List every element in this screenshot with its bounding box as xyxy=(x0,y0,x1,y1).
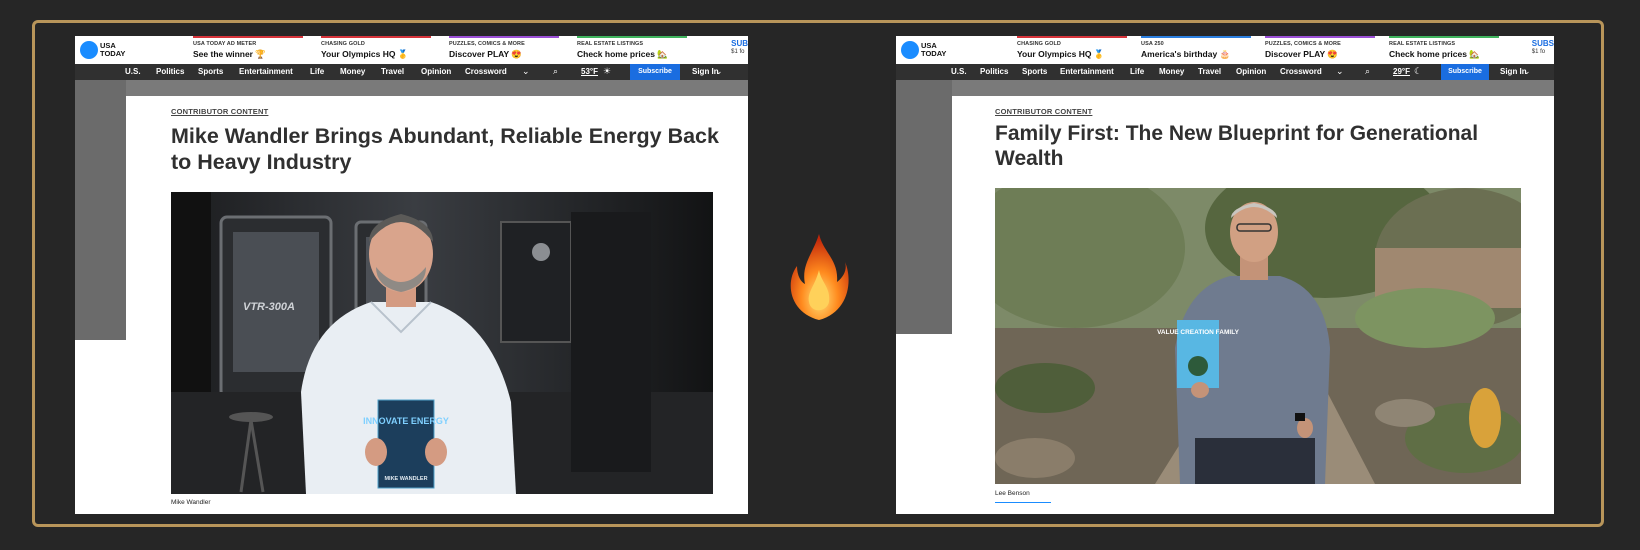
article-headline: Family First: The New Blueprint for Gene… xyxy=(995,122,1479,170)
nav-item-us[interactable]: U.S. xyxy=(125,67,141,76)
nav-item-politics[interactable]: Politics xyxy=(980,67,1008,76)
promo-text: Discover PLAY 😍 xyxy=(449,49,522,59)
promo-bar: USA TODAY USA TODAY AD METER See the win… xyxy=(75,36,748,64)
sun-icon: ☀ xyxy=(603,66,612,76)
chevron-down-icon[interactable]: ⌄ xyxy=(1523,66,1531,77)
photo-caption: Lee Benson xyxy=(995,490,1030,497)
nav-item-politics[interactable]: Politics xyxy=(156,67,184,76)
promo-item[interactable]: CHASING GOLD Your Olympics HQ 🥇 xyxy=(1017,36,1127,64)
article-screenshot-right: USA TODAY CHASING GOLD Your Olympics HQ … xyxy=(896,36,1554,514)
subscribe-button[interactable]: Subscribe xyxy=(630,64,680,80)
promo-accent-bar xyxy=(449,36,559,38)
nav-item-crossword[interactable]: Crossword xyxy=(465,67,507,76)
nav-item-money[interactable]: Money xyxy=(340,67,365,76)
subscribe-promo-label: SUBS xyxy=(1531,39,1554,48)
search-icon[interactable]: ⌕ xyxy=(553,66,558,77)
book-title: VALUE CREATION FAMILY xyxy=(1157,329,1240,336)
promo-accent-bar xyxy=(321,36,431,38)
gray-sidebar-block xyxy=(75,80,126,340)
promo-item[interactable]: PUZZLES, COMICS & MORE Discover PLAY 😍 xyxy=(1265,36,1375,64)
photo-illustration: VALUE CREATION FAMILY xyxy=(995,188,1521,484)
chevron-down-icon[interactable]: ⌄ xyxy=(1336,66,1344,77)
promo-item[interactable]: REAL ESTATE LISTINGS Check home prices 🏡 xyxy=(1389,36,1499,64)
nav-bar: U.S. Politics Sports Entertainment Life … xyxy=(75,64,748,80)
promo-item[interactable]: USA 250 America's birthday 🎂 xyxy=(1141,36,1251,64)
subscribe-promo[interactable]: SUBS $1 fo xyxy=(1532,39,1554,57)
nav-item-us[interactable]: U.S. xyxy=(951,67,967,76)
promo-kicker: USA 250 xyxy=(1141,41,1164,47)
contributor-content-label[interactable]: CONTRIBUTOR CONTENT xyxy=(995,107,1092,116)
promo-accent-bar xyxy=(1389,36,1499,38)
promo-item[interactable]: CHASING GOLD Your Olympics HQ 🥇 xyxy=(321,36,431,64)
nav-item-opinion[interactable]: Opinion xyxy=(1236,67,1266,76)
promo-accent-bar xyxy=(1141,36,1251,38)
logo-text[interactable]: USA TODAY xyxy=(100,42,140,58)
promo-text: Check home prices 🏡 xyxy=(577,49,668,59)
caption-underline xyxy=(995,502,1051,503)
promo-kicker: REAL ESTATE LISTINGS xyxy=(577,41,644,47)
promo-kicker: REAL ESTATE LISTINGS xyxy=(1389,41,1456,47)
photo-caption: Mike Wandler xyxy=(171,499,211,506)
book-title: INNOVATE ENERGY xyxy=(363,416,449,426)
moon-icon: ☾ xyxy=(1414,66,1423,76)
promo-accent-bar xyxy=(1265,36,1375,38)
nav-item-opinion[interactable]: Opinion xyxy=(421,67,451,76)
weather-temperature[interactable]: 53°F xyxy=(581,67,598,76)
article-photo: VTR-300A INNOVATE ENERGY MIKE WANDLER xyxy=(171,192,713,494)
book-author: MIKE WANDLER xyxy=(384,476,427,482)
promo-text: Check home prices 🏡 xyxy=(1389,49,1480,59)
machine-label: VTR-300A xyxy=(243,301,295,313)
nav-item-travel[interactable]: Travel xyxy=(381,67,404,76)
promo-kicker: CHASING GOLD xyxy=(321,41,365,47)
promo-accent-bar xyxy=(577,36,687,38)
promo-kicker: USA TODAY AD METER xyxy=(193,41,257,47)
usa-today-logo-icon[interactable] xyxy=(901,41,919,59)
article-screenshot-left: USA TODAY USA TODAY AD METER See the win… xyxy=(75,36,748,514)
photo-illustration: VTR-300A INNOVATE ENERGY MIKE WANDLER xyxy=(171,192,713,494)
promo-text: Discover PLAY 😍 xyxy=(1265,49,1338,59)
promo-text: Your Olympics HQ 🥇 xyxy=(1017,49,1105,59)
nav-item-life[interactable]: Life xyxy=(310,67,324,76)
usa-today-logo-icon[interactable] xyxy=(80,41,98,59)
promo-text: Your Olympics HQ 🥇 xyxy=(321,49,409,59)
chevron-down-icon[interactable]: ⌄ xyxy=(522,66,530,77)
promo-text: See the winner 🏆 xyxy=(193,49,266,59)
promo-text: America's birthday 🎂 xyxy=(1141,49,1231,59)
header-strip xyxy=(75,80,748,96)
nav-item-entertainment[interactable]: Entertainment xyxy=(239,67,293,76)
header-strip xyxy=(896,80,1554,96)
nav-item-money[interactable]: Money xyxy=(1159,67,1184,76)
nav-bar: U.S. Politics Sports Entertainment Life … xyxy=(896,64,1554,80)
nav-item-life[interactable]: Life xyxy=(1130,67,1144,76)
promo-kicker: PUZZLES, COMICS & MORE xyxy=(1265,41,1341,47)
promo-accent-bar xyxy=(1017,36,1127,38)
nav-item-travel[interactable]: Travel xyxy=(1198,67,1221,76)
promo-item[interactable]: REAL ESTATE LISTINGS Check home prices 🏡 xyxy=(577,36,687,64)
subscribe-button[interactable]: Subscribe xyxy=(1441,64,1489,80)
contributor-content-label[interactable]: CONTRIBUTOR CONTENT xyxy=(171,107,268,116)
nav-item-sports[interactable]: Sports xyxy=(198,67,223,76)
nav-item-crossword[interactable]: Crossword xyxy=(1280,67,1322,76)
weather-temperature[interactable]: 29°F xyxy=(1393,67,1410,76)
promo-bar: USA TODAY CHASING GOLD Your Olympics HQ … xyxy=(896,36,1554,64)
promo-kicker: PUZZLES, COMICS & MORE xyxy=(449,41,525,47)
promo-item[interactable]: USA TODAY AD METER See the winner 🏆 xyxy=(193,36,303,64)
gray-sidebar-block xyxy=(896,80,952,334)
subscribe-promo[interactable]: SUB $1 fo xyxy=(731,39,748,57)
article-headline: Mike Wandler Brings Abundant, Reliable E… xyxy=(171,124,719,174)
nav-item-sports[interactable]: Sports xyxy=(1022,67,1047,76)
subscribe-promo-price: $1 fo xyxy=(731,49,745,55)
fire-icon xyxy=(790,234,849,320)
promo-accent-bar xyxy=(193,36,303,38)
promo-kicker: CHASING GOLD xyxy=(1017,41,1061,47)
promo-item[interactable]: PUZZLES, COMICS & MORE Discover PLAY 😍 xyxy=(449,36,559,64)
chevron-down-icon[interactable]: ⌄ xyxy=(715,66,723,77)
nav-item-entertainment[interactable]: Entertainment xyxy=(1060,67,1114,76)
search-icon[interactable]: ⌕ xyxy=(1365,66,1370,77)
logo-text[interactable]: USA TODAY xyxy=(921,42,961,58)
article-photo: VALUE CREATION FAMILY xyxy=(995,188,1521,484)
subscribe-promo-label: SUB xyxy=(731,39,748,48)
subscribe-promo-price: $1 fo xyxy=(1531,49,1546,55)
